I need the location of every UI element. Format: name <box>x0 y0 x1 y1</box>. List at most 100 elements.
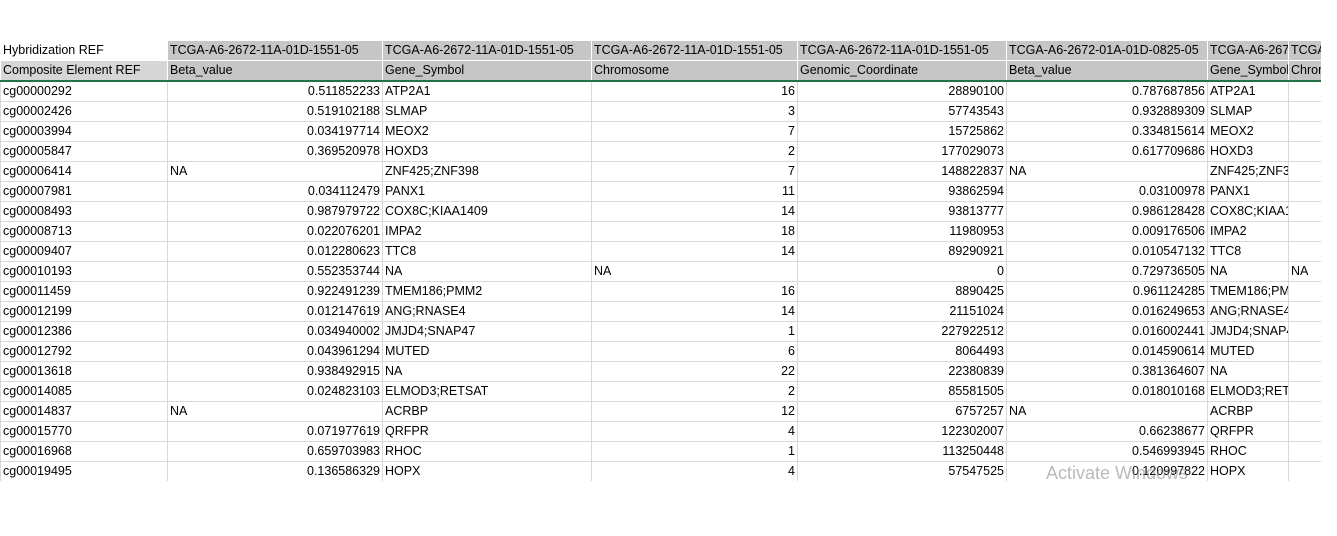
cell-gene-symbol[interactable]: ACRBP <box>382 401 592 422</box>
cell-beta-value-2[interactable]: 0.961124285 <box>1006 281 1208 302</box>
cell-probe-id[interactable]: cg00008713 <box>0 221 168 242</box>
cell-chromosome-2[interactable] <box>1288 161 1321 182</box>
header-row-composite-cell-probe-id[interactable]: Composite Element REF <box>0 60 168 82</box>
cell-genomic-coordinate[interactable]: 6757257 <box>797 401 1007 422</box>
header-row-composite-cell-beta-value-2[interactable]: Beta_value <box>1006 60 1208 82</box>
cell-beta-value-2[interactable]: 0.018010168 <box>1006 381 1208 402</box>
cell-chromosome-2[interactable] <box>1288 80 1321 102</box>
cell-gene-symbol-2[interactable]: ZNF425;ZNF398 <box>1207 161 1289 182</box>
cell-chromosome-2[interactable] <box>1288 281 1321 302</box>
header-row-composite-cell-chromosome-2[interactable]: Chromosome <box>1288 60 1321 82</box>
cell-probe-id[interactable]: cg00019495 <box>0 461 168 481</box>
cell-beta-value[interactable]: 0.043961294 <box>167 341 383 362</box>
cell-beta-value-2[interactable]: 0.010547132 <box>1006 241 1208 262</box>
cell-gene-symbol[interactable]: RHOC <box>382 441 592 462</box>
cell-chromosome[interactable]: 1 <box>591 441 798 462</box>
cell-chromosome-2[interactable] <box>1288 181 1321 202</box>
cell-gene-symbol-2[interactable]: RHOC <box>1207 441 1289 462</box>
header-row-hybridization-cell-chromosome-2[interactable]: TCGA-A6-2672-01A-01D-0825-05 <box>1288 40 1321 61</box>
cell-chromosome[interactable]: 16 <box>591 281 798 302</box>
cell-beta-value[interactable]: 0.034940002 <box>167 321 383 342</box>
cell-probe-id[interactable]: cg00000292 <box>0 80 168 102</box>
cell-beta-value-2[interactable]: 0.014590614 <box>1006 341 1208 362</box>
cell-probe-id[interactable]: cg00013618 <box>0 361 168 382</box>
cell-genomic-coordinate[interactable]: 122302007 <box>797 421 1007 442</box>
cell-chromosome[interactable]: 14 <box>591 201 798 222</box>
cell-gene-symbol-2[interactable]: COX8C;KIAA1409 <box>1207 201 1289 222</box>
cell-chromosome[interactable]: 14 <box>591 301 798 322</box>
cell-gene-symbol-2[interactable]: ACRBP <box>1207 401 1289 422</box>
header-row-composite-cell-chromosome[interactable]: Chromosome <box>591 60 798 82</box>
cell-beta-value-2[interactable]: 0.381364607 <box>1006 361 1208 382</box>
cell-beta-value-2[interactable]: 0.66238677 <box>1006 421 1208 442</box>
cell-chromosome[interactable]: 4 <box>591 461 798 481</box>
cell-gene-symbol[interactable]: HOPX <box>382 461 592 481</box>
cell-beta-value[interactable]: 0.034112479 <box>167 181 383 202</box>
cell-gene-symbol-2[interactable]: ELMOD3;RETSAT <box>1207 381 1289 402</box>
cell-beta-value-2[interactable]: 0.729736505 <box>1006 261 1208 282</box>
cell-chromosome[interactable]: 12 <box>591 401 798 422</box>
cell-chromosome-2[interactable] <box>1288 301 1321 322</box>
cell-chromosome[interactable]: 22 <box>591 361 798 382</box>
cell-genomic-coordinate[interactable]: 113250448 <box>797 441 1007 462</box>
cell-gene-symbol[interactable]: ATP2A1 <box>382 80 592 102</box>
cell-beta-value[interactable]: 0.012280623 <box>167 241 383 262</box>
cell-chromosome[interactable]: 3 <box>591 101 798 122</box>
cell-beta-value-2[interactable]: 0.120997822 <box>1006 461 1208 481</box>
cell-probe-id[interactable]: cg00010193 <box>0 261 168 282</box>
cell-beta-value-2[interactable]: 0.986128428 <box>1006 201 1208 222</box>
cell-gene-symbol-2[interactable]: NA <box>1207 361 1289 382</box>
cell-gene-symbol[interactable]: IMPA2 <box>382 221 592 242</box>
cell-probe-id[interactable]: cg00016968 <box>0 441 168 462</box>
header-row-hybridization-cell-genomic-coordinate[interactable]: TCGA-A6-2672-11A-01D-1551-05 <box>797 40 1007 61</box>
cell-beta-value[interactable]: 0.659703983 <box>167 441 383 462</box>
cell-probe-id[interactable]: cg00015770 <box>0 421 168 442</box>
cell-gene-symbol[interactable]: SLMAP <box>382 101 592 122</box>
cell-gene-symbol-2[interactable]: JMJD4;SNAP47 <box>1207 321 1289 342</box>
cell-probe-id[interactable]: cg00014085 <box>0 381 168 402</box>
cell-genomic-coordinate[interactable]: 57547525 <box>797 461 1007 481</box>
cell-chromosome-2[interactable] <box>1288 101 1321 122</box>
cell-gene-symbol-2[interactable]: HOPX <box>1207 461 1289 481</box>
cell-probe-id[interactable]: cg00005847 <box>0 141 168 162</box>
cell-beta-value-2[interactable]: 0.787687856 <box>1006 80 1208 102</box>
cell-genomic-coordinate[interactable]: 148822837 <box>797 161 1007 182</box>
cell-beta-value[interactable]: 0.024823103 <box>167 381 383 402</box>
cell-beta-value[interactable]: 0.034197714 <box>167 121 383 142</box>
cell-genomic-coordinate[interactable]: 22380839 <box>797 361 1007 382</box>
header-row-hybridization-cell-probe-id[interactable]: Hybridization REF <box>0 40 168 61</box>
cell-genomic-coordinate[interactable]: 0 <box>797 261 1007 282</box>
cell-chromosome[interactable]: NA <box>591 261 798 282</box>
header-row-composite-cell-gene-symbol[interactable]: Gene_Symbol <box>382 60 592 82</box>
header-row-composite-cell-beta-value[interactable]: Beta_value <box>167 60 383 82</box>
cell-genomic-coordinate[interactable]: 85581505 <box>797 381 1007 402</box>
cell-chromosome[interactable]: 18 <box>591 221 798 242</box>
cell-chromosome[interactable]: 14 <box>591 241 798 262</box>
cell-beta-value[interactable]: 0.922491239 <box>167 281 383 302</box>
cell-beta-value[interactable]: 0.552353744 <box>167 261 383 282</box>
cell-chromosome-2[interactable] <box>1288 361 1321 382</box>
cell-chromosome-2[interactable]: NA <box>1288 261 1321 282</box>
cell-gene-symbol-2[interactable]: TMEM186;PMM2 <box>1207 281 1289 302</box>
cell-gene-symbol-2[interactable]: PANX1 <box>1207 181 1289 202</box>
cell-chromosome[interactable]: 7 <box>591 121 798 142</box>
cell-probe-id[interactable]: cg00003994 <box>0 121 168 142</box>
cell-gene-symbol-2[interactable]: HOXD3 <box>1207 141 1289 162</box>
cell-chromosome[interactable]: 1 <box>591 321 798 342</box>
cell-beta-value[interactable]: 0.012147619 <box>167 301 383 322</box>
cell-beta-value-2[interactable]: NA <box>1006 161 1208 182</box>
cell-probe-id[interactable]: cg00012386 <box>0 321 168 342</box>
cell-beta-value-2[interactable]: 0.016249653 <box>1006 301 1208 322</box>
cell-beta-value[interactable]: 0.511852233 <box>167 80 383 102</box>
cell-genomic-coordinate[interactable]: 93813777 <box>797 201 1007 222</box>
cell-probe-id[interactable]: cg00011459 <box>0 281 168 302</box>
header-row-hybridization-cell-beta-value-2[interactable]: TCGA-A6-2672-01A-01D-0825-05 <box>1006 40 1208 61</box>
cell-probe-id[interactable]: cg00007981 <box>0 181 168 202</box>
cell-chromosome[interactable]: 2 <box>591 381 798 402</box>
cell-chromosome[interactable]: 16 <box>591 80 798 102</box>
cell-gene-symbol-2[interactable]: IMPA2 <box>1207 221 1289 242</box>
header-row-composite-cell-genomic-coordinate[interactable]: Genomic_Coordinate <box>797 60 1007 82</box>
cell-genomic-coordinate[interactable]: 28890100 <box>797 80 1007 102</box>
cell-gene-symbol-2[interactable]: MUTED <box>1207 341 1289 362</box>
cell-probe-id[interactable]: cg00012199 <box>0 301 168 322</box>
